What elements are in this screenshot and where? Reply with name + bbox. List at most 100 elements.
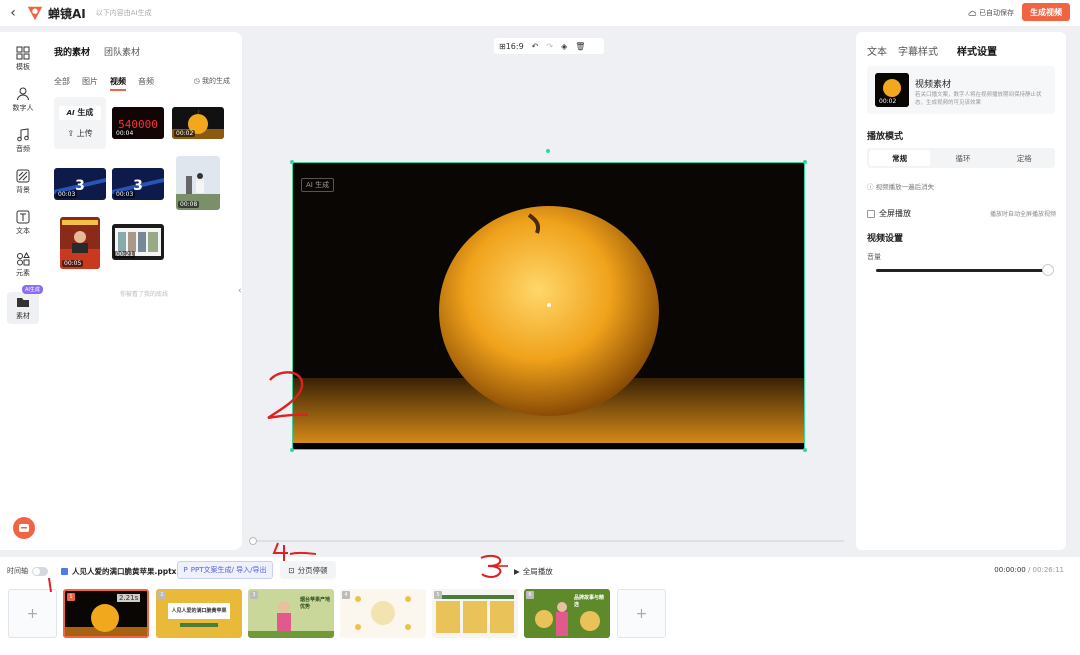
generate-upload-card: AI 生成 ⇪ 上传 — [54, 97, 106, 149]
pause-icon: ⊡ — [288, 565, 295, 575]
mode-freeze[interactable]: 定格 — [994, 148, 1055, 168]
settings-panel: 文本 字幕样式 样式设置 00:02 视频素材 若关口播文案，数字人将在视频播放… — [856, 32, 1066, 550]
video-settings-heading: 视频设置 — [867, 234, 904, 244]
filter-audio[interactable]: 音频 — [138, 76, 154, 91]
slide-index: 3 — [250, 591, 258, 599]
rotate-handle[interactable] — [546, 149, 550, 153]
tab-subtitle-style[interactable]: 字幕样式 — [898, 43, 938, 58]
ai-hint: 以下内容由AI生成 — [95, 9, 152, 17]
brand-logo — [27, 6, 43, 21]
global-play-label: 全局播放 — [522, 567, 553, 576]
time-current: 00:00:00 — [994, 566, 1026, 574]
sidebar-item-audio[interactable]: 音频 — [0, 128, 46, 154]
media-duration: 00:05 — [62, 260, 84, 267]
playback-progress[interactable] — [249, 537, 844, 545]
help-button[interactable] — [13, 517, 35, 539]
media-thumb[interactable]: 00:21 — [112, 224, 164, 260]
resize-handle[interactable] — [290, 160, 294, 164]
video-material-title: 视频素材 — [915, 80, 952, 90]
upload-label: 上传 — [76, 129, 93, 138]
add-slide-before-button[interactable]: + — [8, 589, 57, 638]
media-duration: 00:02 — [174, 130, 196, 137]
media-thumb[interactable]: 00:05 — [60, 217, 100, 269]
undo-icon[interactable]: ↶ — [532, 42, 539, 51]
play-icon: ▶ — [514, 567, 520, 576]
upload-button[interactable]: ⇪ 上传 — [59, 127, 101, 141]
filter-all[interactable]: 全部 — [54, 76, 70, 91]
mode-normal[interactable]: 常规 — [869, 150, 931, 166]
sidebar-item-label: 模板 — [16, 63, 30, 71]
fullscreen-label: 全屏播放 — [879, 209, 911, 218]
sidebar-item-label: 音频 — [16, 145, 30, 153]
fullscreen-note: 播放时自动全屏播放视频 — [989, 211, 1056, 218]
video-stage[interactable]: AI 生成 — [292, 162, 805, 450]
tab-style-settings[interactable]: 样式设置 — [957, 43, 997, 58]
slide-index: 4 — [342, 591, 350, 599]
back-icon[interactable]: ‹ — [0, 5, 26, 21]
sidebar-item-elements[interactable]: 元素 — [0, 252, 46, 278]
sidebar-item-template[interactable]: 模板 — [0, 46, 46, 72]
playback-time: 00:00:00 / 00:26:11 — [994, 566, 1064, 574]
global-play-button[interactable]: ▶ 全局播放 — [514, 566, 553, 577]
my-generations-link[interactable]: ◷ 我的生成 — [194, 76, 230, 86]
top-bar: ‹ 蝉镜AI 以下内容由AI生成 已自动保存 生成视频 — [0, 0, 1080, 26]
mode-loop[interactable]: 循环 — [932, 148, 993, 168]
aspect-ratio-button[interactable]: ⊞16:9 — [499, 42, 524, 51]
plus-icon: + — [26, 605, 39, 622]
add-slide-after-button[interactable]: + — [617, 589, 666, 638]
sidebar-item-label: 背景 — [16, 186, 30, 194]
slide-thumb[interactable]: 3 烟台苹果产地优势 — [248, 589, 334, 638]
slide-thumb[interactable]: 6 品牌故事与精选 — [524, 589, 610, 638]
music-icon — [17, 128, 29, 142]
ai-generate-button[interactable]: AI 生成 — [59, 106, 101, 120]
tab-team-materials[interactable]: 团队素材 — [104, 45, 140, 58]
collapse-panel-icon[interactable]: ‹ — [238, 286, 242, 296]
slide-index: 6 — [526, 591, 534, 599]
sidebar-item-label: 数字人 — [12, 104, 34, 112]
fullscreen-checkbox[interactable] — [867, 209, 875, 218]
template-icon — [16, 46, 30, 60]
resize-handle[interactable] — [290, 448, 294, 452]
layers-icon[interactable]: ◈ — [561, 42, 567, 51]
sidebar-item-background[interactable]: 背景 — [0, 169, 46, 195]
resize-handle[interactable] — [803, 448, 807, 452]
tab-text[interactable]: 文本 — [867, 43, 887, 58]
shapes-icon — [17, 252, 30, 266]
progress-knob[interactable] — [249, 537, 257, 545]
sidebar-item-label: 素材 — [16, 312, 30, 320]
aspect-ratio-icon: ⊞ — [499, 41, 506, 51]
materials-panel: 我的素材 团队素材 全部 图片 视频 音频 ◷ 我的生成 AI 生成 ⇪ 上传 … — [46, 32, 242, 550]
media-thumb[interactable]: 540000 00:04 — [112, 107, 164, 139]
fullscreen-option[interactable]: 全屏播放 — [867, 208, 911, 219]
media-thumb[interactable]: 3 00:03 — [112, 168, 164, 200]
slide-thumb[interactable]: 5 — [432, 589, 518, 638]
resize-handle[interactable] — [803, 160, 807, 164]
sidebar-item-text[interactable]: 文本 — [0, 210, 46, 236]
sidebar-item-materials[interactable]: 素材 — [0, 292, 46, 324]
ppt-import-export-button[interactable]: P PPT文案生成/ 导入/导出 — [177, 561, 273, 579]
settings-tabs: 文本 字幕样式 样式设置 — [867, 43, 997, 58]
media-duration: 00:03 — [56, 191, 78, 198]
tab-my-materials[interactable]: 我的素材 — [54, 45, 90, 58]
apple-video-frame — [293, 163, 804, 449]
slide-thumb[interactable]: 4 — [340, 589, 426, 638]
media-thumb[interactable]: 00:02 — [172, 107, 224, 139]
timeline-toggle[interactable]: 时间轴 — [7, 566, 48, 576]
video-material-thumb: 00:02 — [875, 73, 909, 107]
slide-thumb[interactable]: 2 人见人爱的满口脆黄苹果 — [156, 589, 242, 638]
redo-icon[interactable]: ↷ — [546, 42, 553, 51]
media-thumb[interactable]: 00:08 — [176, 156, 220, 210]
filter-image[interactable]: 图片 — [82, 76, 98, 91]
filter-video[interactable]: 视频 — [110, 76, 126, 91]
slide-title: 品牌故事与精选 — [574, 595, 605, 608]
delete-icon[interactable]: 🗑 — [575, 42, 585, 51]
sidebar-item-label: 文本 — [16, 227, 30, 235]
generate-video-button[interactable]: 生成视频 — [1022, 3, 1070, 21]
sidebar-item-avatar[interactable]: 数字人 — [0, 87, 46, 113]
slide-thumb[interactable]: 1 2.21s — [63, 589, 149, 638]
timeline-switch[interactable] — [32, 566, 48, 576]
volume-knob[interactable] — [1042, 264, 1054, 276]
page-pause-button[interactable]: ⊡ 分页停顿 — [280, 561, 336, 579]
media-thumb[interactable]: 3 00:03 — [54, 168, 106, 200]
volume-slider[interactable] — [876, 264, 1054, 276]
